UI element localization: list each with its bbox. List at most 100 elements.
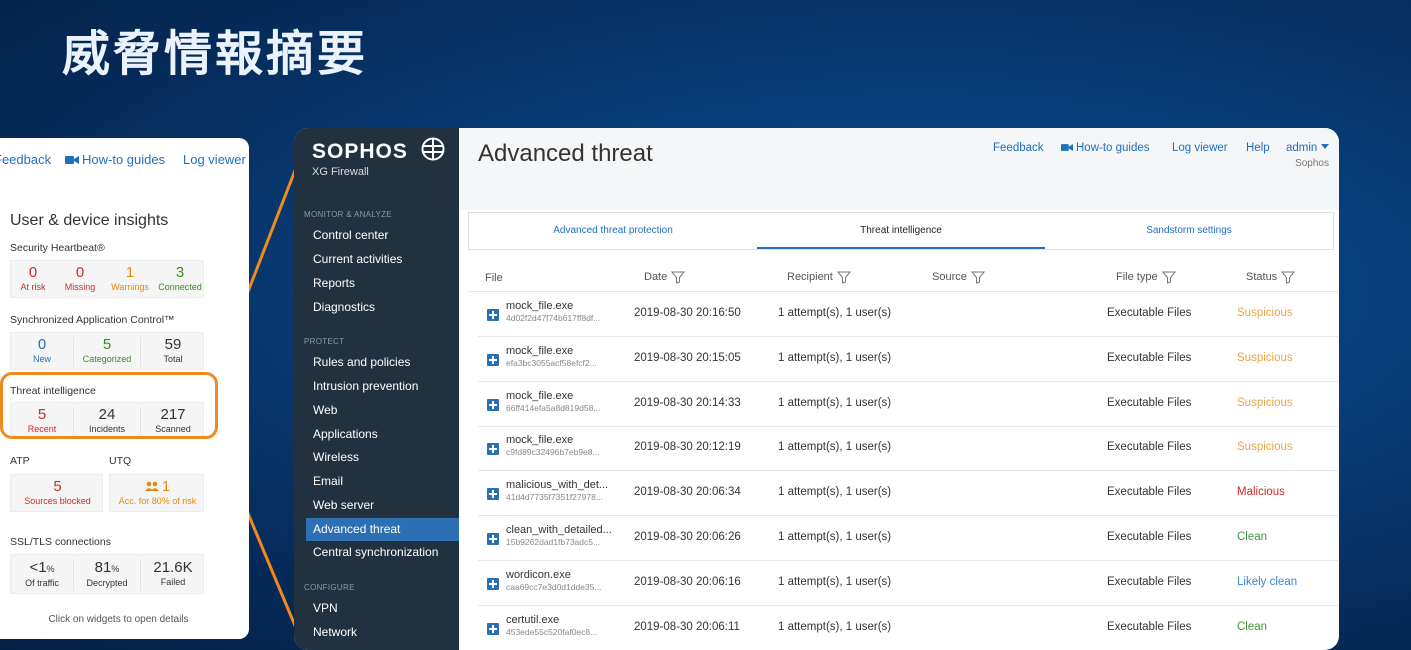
howto-guides-label: How-to guides [82, 152, 166, 167]
tab-threat-intelligence[interactable]: Threat intelligence [757, 213, 1045, 249]
filter-icon[interactable] [1161, 270, 1176, 284]
nav-vpn[interactable]: VPN [306, 597, 459, 620]
row-file-type: Executable Files [1107, 575, 1192, 588]
log-viewer-link[interactable]: Log viewer [183, 152, 246, 167]
tab-sandstorm-settings[interactable]: Sandstorm settings [1045, 213, 1333, 249]
video-camera-icon [65, 156, 79, 164]
sophos-globe-icon [421, 137, 445, 161]
utq-widget[interactable]: 1 Acc. for 80% of risk [109, 474, 204, 512]
nav-applications[interactable]: Applications [306, 423, 459, 446]
expand-plus-icon[interactable] [487, 577, 499, 590]
nav-web[interactable]: Web [306, 399, 459, 422]
app-control-widget[interactable]: 0 New 5 Categorized 59 Total [10, 332, 204, 370]
column-file[interactable]: File [485, 272, 503, 284]
nav-rules-and-policies[interactable]: Rules and policies [306, 351, 459, 374]
ssl-failed[interactable]: 21.6K Failed [141, 559, 205, 588]
nav-wireless[interactable]: Wireless [306, 446, 459, 469]
atp-widget[interactable]: 5 Sources blocked [10, 474, 103, 512]
row-date: 2019-08-30 20:06:34 [634, 486, 741, 499]
table-row[interactable]: wordicon.exe caa69cc7e3d0d1dde35... 2019-0… [478, 561, 1338, 606]
feedback-link[interactable]: Feedback [993, 142, 1044, 154]
ssl-of-traffic[interactable]: <1% Of traffic [11, 559, 73, 589]
row-status: Suspicious [1237, 441, 1293, 454]
file-name: mock_file.exe [506, 434, 574, 447]
howto-guides-link[interactable]: How-to guides [65, 152, 165, 167]
expand-plus-icon[interactable] [487, 622, 499, 635]
row-date: 2019-08-30 20:16:50 [634, 307, 741, 319]
column-file-type[interactable]: File type [1116, 270, 1176, 284]
expand-plus-icon[interactable] [487, 488, 499, 501]
nav-advanced-threat[interactable]: Advanced threat [306, 518, 459, 541]
ssl-widget[interactable]: <1% Of traffic 81% Decrypted 21.6K Failed [10, 554, 204, 594]
atp-sources-blocked[interactable]: 5 Sources blocked [11, 478, 104, 507]
table-row[interactable]: clean_with_detailed... 15b9262dad1fb73adc… [478, 516, 1338, 561]
widget-top-links: Feedback How-to guides Log viewer [0, 152, 249, 168]
expand-plus-icon[interactable] [487, 443, 499, 456]
column-recipient[interactable]: Recipient [787, 270, 851, 284]
expand-plus-icon[interactable] [487, 353, 499, 366]
row-status: Suspicious [1237, 351, 1293, 364]
brand[interactable]: SOPHOS XG Firewall [312, 140, 408, 178]
table-row[interactable]: mock_file.exe efa3bc3055acf58efcf2... 2019… [478, 337, 1338, 382]
expand-plus-icon[interactable] [487, 398, 499, 411]
nav-reports[interactable]: Reports [306, 272, 459, 295]
row-recipient: 1 attempt(s), 1 user(s) [778, 396, 892, 409]
users-icon [144, 481, 159, 491]
filter-icon[interactable] [970, 270, 985, 284]
howto-guides-link[interactable]: How-to guides [1061, 142, 1150, 154]
log-viewer-link[interactable]: Log viewer [1172, 142, 1228, 154]
nav-email[interactable]: Email [306, 470, 459, 493]
nav-diagnostics[interactable]: Diagnostics [306, 296, 459, 319]
row-recipient: 1 attempt(s), 1 user(s) [778, 486, 892, 499]
tab-advanced-threat-protection[interactable]: Advanced threat protection [469, 213, 757, 249]
nav-intrusion-prevention[interactable]: Intrusion prevention [306, 375, 459, 398]
nav-web-server[interactable]: Web server [306, 494, 459, 517]
table-row[interactable]: certutil.exe 453ede55c520faf0ec8... 2019-0… [478, 606, 1338, 650]
ssl-decrypted[interactable]: 81% Decrypted [74, 559, 140, 589]
table-row[interactable]: malicious_with_det... 41d4d7735f7351f2797… [478, 471, 1338, 517]
utq-risk[interactable]: 1 Acc. for 80% of risk [110, 478, 205, 507]
column-date[interactable]: Date [644, 270, 686, 284]
app-control-new[interactable]: 0 New [11, 336, 73, 365]
nav-current-activities[interactable]: Current activities [306, 248, 459, 271]
filter-icon[interactable] [836, 270, 851, 284]
column-source-label: Source [932, 270, 967, 283]
column-recipient-label: Recipient [787, 270, 833, 283]
nav-network[interactable]: Network [306, 621, 459, 644]
expand-plus-icon[interactable] [487, 309, 499, 321]
column-status[interactable]: Status [1246, 270, 1296, 284]
row-status: Malicious [1237, 486, 1285, 499]
expand-plus-icon[interactable] [487, 533, 499, 545]
app-control-total[interactable]: 59 Total [141, 336, 205, 365]
column-date-label: Date [644, 270, 668, 283]
table-row[interactable]: mock_file.exe 66ff414efa5a8d819d58... 2019… [478, 382, 1338, 427]
row-file-type: Executable Files [1107, 620, 1192, 633]
organization-name: Sophos [1295, 158, 1329, 169]
heartbeat-widget[interactable]: 0 At risk 0 Missing 1 Warnings 3 Connected [10, 260, 204, 298]
row-recipient: 1 attempt(s), 1 user(s) [778, 531, 892, 543]
row-file-type: Executable Files [1107, 307, 1192, 319]
row-recipient: 1 attempt(s), 1 user(s) [778, 620, 892, 633]
help-link[interactable]: Help [1246, 142, 1270, 154]
file-hash: 453ede55c520faf0ec8... [506, 626, 598, 637]
heartbeat-connected[interactable]: 3 Connected [155, 264, 205, 293]
heartbeat-at-risk[interactable]: 0 At risk [11, 264, 55, 293]
file-hash: 15b9262dad1fb73adc5... [506, 537, 601, 547]
heartbeat-missing[interactable]: 0 Missing [55, 264, 105, 293]
row-date: 2019-08-30 20:06:26 [634, 531, 741, 543]
column-source[interactable]: Source [932, 270, 985, 284]
app-control-categorized[interactable]: 5 Categorized [74, 336, 140, 365]
table-row[interactable]: mock_file.exe 4d02f2d47f74b617ff8df... 201… [478, 292, 1338, 337]
row-status: Clean [1237, 531, 1268, 543]
nav-central-synchronization[interactable]: Central synchronization [306, 541, 459, 564]
table-row[interactable]: mock_file.exe c9fd89c32496b7eb9e8... 2019-… [478, 426, 1338, 472]
feedback-link[interactable]: Feedback [0, 152, 51, 167]
filter-icon[interactable] [671, 270, 686, 284]
heartbeat-warnings[interactable]: 1 Warnings [105, 264, 155, 293]
admin-menu[interactable]: admin [1286, 142, 1329, 154]
nav-control-center[interactable]: Control center [306, 224, 459, 247]
row-status: Suspicious [1237, 396, 1293, 409]
page-title: Advanced threat [478, 140, 653, 167]
filter-icon[interactable] [1281, 270, 1296, 284]
brand-name: SOPHOS [312, 140, 408, 163]
